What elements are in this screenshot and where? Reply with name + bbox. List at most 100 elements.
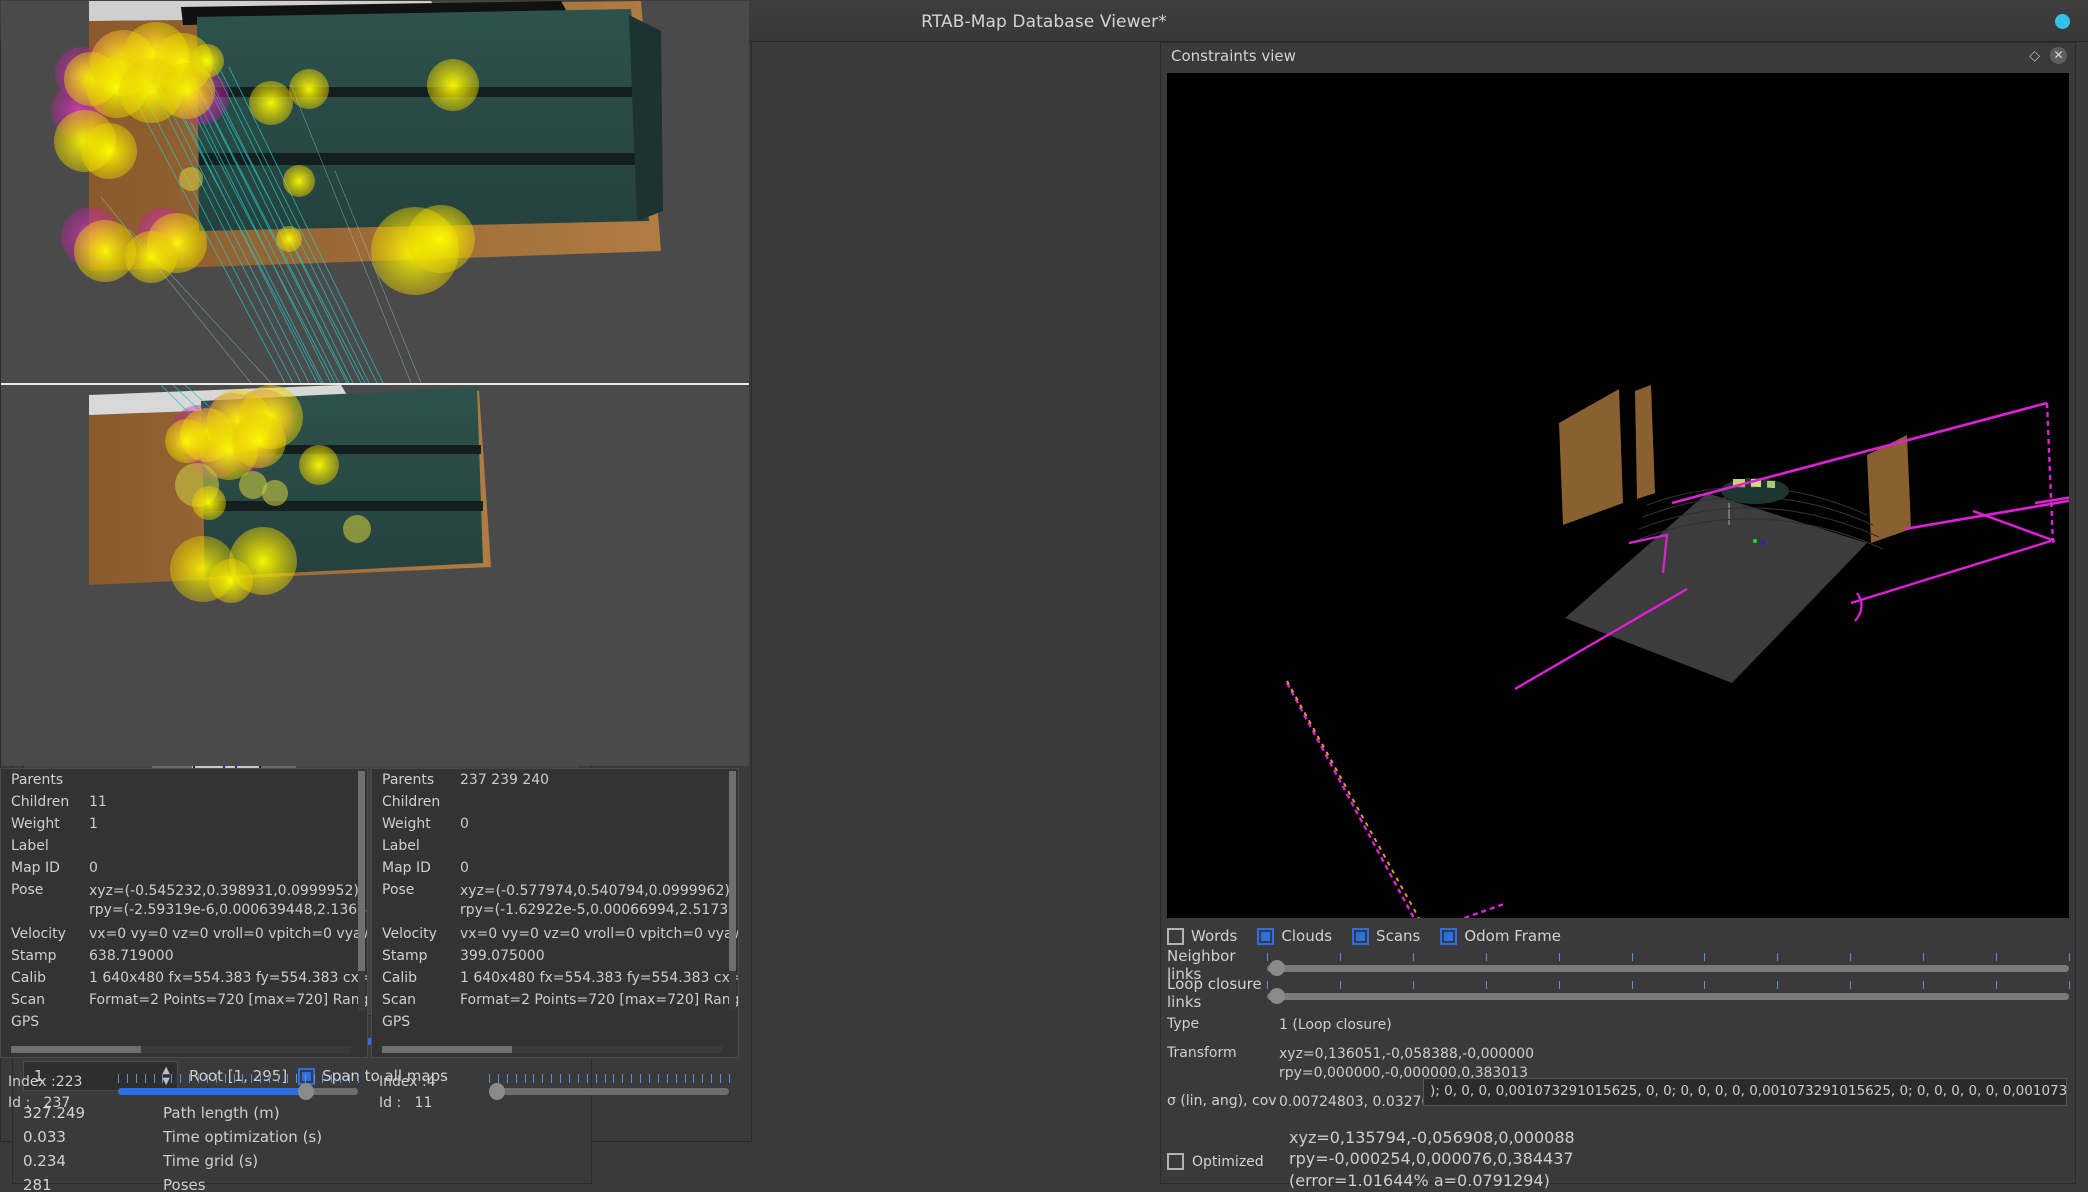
slider-tick — [2069, 952, 2070, 961]
stat-key: Poses — [163, 1176, 206, 1192]
info-key: Parents — [382, 772, 435, 788]
slider-tick — [162, 1074, 164, 1083]
info-key: Children — [11, 794, 70, 810]
index-sliders-row: Index :223 Id : 237 Index :4 Id : 11 — [0, 1062, 750, 1138]
slider-tick — [1558, 952, 1560, 961]
slider-tick — [1923, 952, 1925, 961]
slider-tick — [560, 1074, 562, 1083]
image-view-bottom[interactable] — [1, 385, 749, 766]
scrollbar-horizontal[interactable] — [11, 1046, 351, 1053]
toggle-words-label: Words — [1191, 927, 1238, 945]
slider-tick — [1631, 952, 1633, 961]
slider-tick — [1777, 980, 1779, 989]
node-info-left[interactable]: Parents Children 11 Weight 1 Label Map ID 0 Pose… — [0, 768, 368, 1058]
loop-closure-links-slider[interactable] — [1267, 980, 2070, 1005]
slider-tick — [720, 1074, 722, 1083]
info-line: Parents 237 239 240 — [372, 769, 738, 791]
scrollbar-horizontal[interactable] — [382, 1046, 722, 1053]
info-key: Parents — [11, 772, 64, 788]
info-key: Weight — [11, 816, 60, 832]
slider-handle[interactable] — [1269, 959, 1285, 976]
slider-tick — [1777, 952, 1779, 961]
slider-tick — [648, 1074, 650, 1083]
constraint-transform-key: Transform — [1167, 1044, 1237, 1061]
slider-tick — [340, 1074, 342, 1083]
neighbor-links-slider[interactable] — [1267, 952, 2070, 977]
slider-handle[interactable] — [489, 1083, 505, 1100]
constraint-sigma-key: σ (lin, ang), cov — [1167, 1092, 1277, 1109]
scrollbar-vertical[interactable] — [358, 771, 365, 1011]
info-key: Scan — [382, 991, 417, 1008]
slider-tick — [1267, 952, 1268, 961]
text-line: xyz=0,136051,-0,058388,-0,000000 — [1279, 1045, 1535, 1062]
image-view-top[interactable] — [1, 1, 749, 383]
slider-ticks — [1267, 952, 2070, 961]
slider-tick — [322, 1074, 324, 1083]
neighbor-links-row: Neighbor links — [1167, 947, 2070, 983]
slider-tick — [144, 1074, 146, 1083]
slider-tick — [515, 1074, 517, 1083]
slider-handle[interactable] — [1269, 987, 1285, 1004]
slider-groove — [1267, 964, 2069, 972]
toggle-clouds[interactable]: Clouds — [1257, 927, 1332, 945]
slider-tick — [233, 1074, 235, 1083]
slider-tick — [313, 1074, 315, 1083]
node-info-right[interactable]: Parents 237 239 240 Children Weight 0 Label Ma… — [371, 768, 739, 1058]
checkbox-box[interactable] — [1167, 1153, 1184, 1171]
info-key: Calib — [382, 969, 418, 986]
slider-tick — [277, 1074, 279, 1083]
slider-tick — [631, 1074, 633, 1083]
info-line: Parents — [1, 769, 367, 791]
status-indicator-dot — [2055, 14, 2070, 29]
index-left-slider[interactable] — [118, 1074, 359, 1114]
slider-tick — [1704, 952, 1706, 961]
checkbox-box[interactable] — [1352, 927, 1370, 945]
close-icon[interactable]: ✕ — [2050, 47, 2067, 64]
slider-handle[interactable] — [298, 1083, 314, 1100]
toggle-scans[interactable]: Scans — [1352, 927, 1420, 945]
slider-tick — [577, 1074, 579, 1083]
info-value: Format=2 Points=720 [max=720] Range=[0.1… — [89, 991, 367, 1008]
slider-tick — [1558, 980, 1560, 989]
checkbox-box[interactable] — [1440, 927, 1458, 945]
text-line: xyz=(-0.545232,0.398931,0.0999952) — [89, 883, 359, 899]
constraints-view-header: Constraints view ◇ ✕ — [1161, 43, 2075, 68]
covariance-input[interactable]: ); 0, 0, 0, 0,001073291015625, 0, 0; 0, … — [1423, 1078, 2067, 1106]
checkbox-box[interactable] — [1257, 927, 1275, 945]
float-icon[interactable]: ◇ — [2029, 49, 2040, 63]
index-right-labels: Index :4 Id : 11 — [379, 1072, 436, 1114]
slider-tick — [349, 1074, 351, 1083]
node-info-row: Parents Children 11 Weight 1 Label Map ID 0 Pose… — [0, 768, 750, 1058]
info-line: Map ID 0 — [372, 857, 738, 879]
slider-tick — [304, 1074, 306, 1083]
text-line: (error=1.01644% a=0.0791294) — [1289, 1170, 1550, 1190]
info-key: Calib — [11, 969, 47, 986]
constraints-view-title: Constraints view — [1171, 47, 1296, 65]
constraint-type-key: Type — [1167, 1016, 1200, 1032]
slider-tick — [497, 1074, 499, 1083]
constraints-view-panel: Constraints view ◇ ✕ Words Clouds Scans … — [1160, 42, 2076, 1190]
camera-images-area[interactable] — [1, 1, 749, 766]
slider-tick — [729, 1074, 730, 1083]
slider-tick — [693, 1074, 695, 1083]
info-line: Velocity vx=0 vy=0 vz=0 vroll=0 vpitch=0 … — [372, 923, 738, 945]
loop-closure-links-row: Loop closure links — [1167, 975, 2070, 1011]
slider-tick — [242, 1074, 244, 1083]
optimized-value: xyz=0,135794,-0,056908,0,000088 rpy=-0,00… — [1289, 1119, 1575, 1192]
constraints-3d-canvas[interactable] — [1167, 73, 2069, 918]
slider-tick — [1339, 980, 1341, 989]
toggle-words[interactable]: Words — [1167, 927, 1237, 945]
checkbox-box[interactable] — [1167, 927, 1184, 945]
stat-row: 281 Poses — [23, 1173, 581, 1192]
toggle-scans-label: Scans — [1376, 927, 1421, 945]
scrollbar-vertical[interactable] — [729, 771, 736, 1011]
optimized-checkbox[interactable]: Optimized — [1167, 1119, 1279, 1192]
info-key: Map ID — [11, 860, 60, 876]
index-right-slider[interactable] — [489, 1074, 730, 1114]
toggle-odom-frame[interactable]: Odom Frame — [1440, 927, 1561, 945]
index-slider-left: Index :223 Id : 237 — [0, 1062, 368, 1138]
slider-tick — [551, 1074, 553, 1083]
text-line: xyz=0,135794,-0,056908,0,000088 — [1289, 1127, 1575, 1147]
slider-tick — [595, 1074, 597, 1083]
slider-tick — [1704, 980, 1706, 989]
